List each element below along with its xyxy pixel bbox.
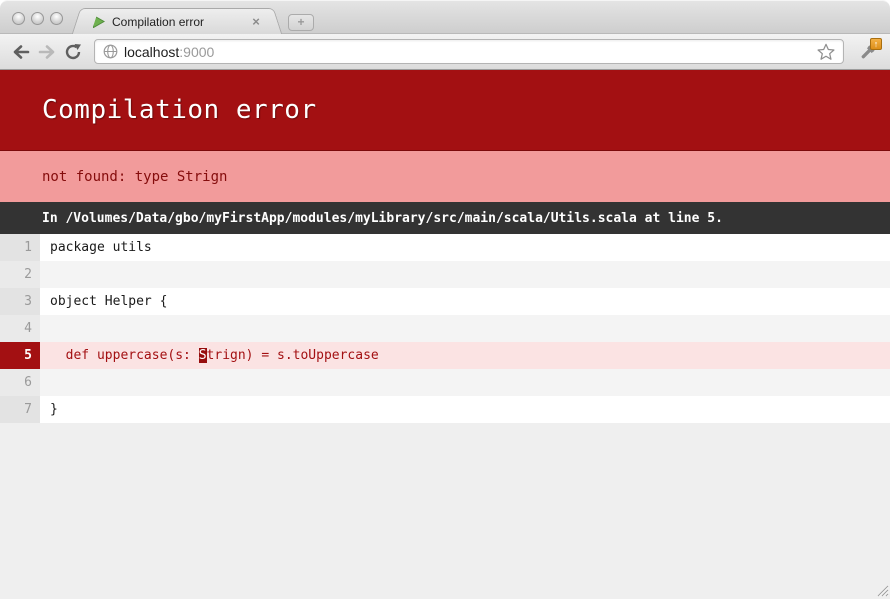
back-arrow-icon	[11, 44, 31, 60]
tab-title: Compilation error	[112, 15, 248, 29]
line-number: 7	[0, 396, 40, 423]
forward-button[interactable]	[34, 39, 60, 65]
line-number: 6	[0, 369, 40, 396]
source-line: 3object Helper {	[0, 288, 890, 315]
error-page: Compilation error not found: type Strign…	[0, 70, 890, 598]
source-line: 7}	[0, 396, 890, 423]
url-port: :9000	[179, 44, 214, 60]
line-code: }	[40, 402, 58, 417]
line-number: 3	[0, 288, 40, 315]
bookmark-star-button[interactable]	[815, 41, 837, 63]
zoom-window-button[interactable]	[50, 12, 63, 25]
close-window-button[interactable]	[12, 12, 25, 25]
source-line: 2	[0, 261, 890, 288]
line-number: 2	[0, 261, 40, 288]
minimize-window-button[interactable]	[31, 12, 44, 25]
url-host: localhost	[124, 44, 179, 60]
reload-button[interactable]	[60, 39, 86, 65]
window-titlebar: Compilation error × +	[0, 0, 890, 34]
line-code: object Helper {	[40, 294, 167, 309]
error-file-location: In /Volumes/Data/gbo/myFirstApp/modules/…	[0, 202, 890, 234]
close-tab-icon[interactable]: ×	[248, 14, 264, 30]
wrench-menu-button[interactable]: ↑	[854, 38, 882, 66]
reload-icon	[64, 43, 82, 61]
url-text[interactable]: localhost:9000	[124, 44, 815, 60]
star-icon	[817, 43, 835, 61]
line-code: package utils	[40, 240, 152, 255]
play-framework-icon	[92, 15, 105, 28]
source-listing: 1package utils23object Helper {45 def up…	[0, 234, 890, 423]
line-code: def uppercase(s: Strign) = s.toUppercase	[40, 348, 379, 363]
line-number: 4	[0, 315, 40, 342]
forward-arrow-icon	[37, 44, 57, 60]
page-background	[0, 423, 890, 598]
globe-icon	[103, 44, 118, 59]
source-line: 1package utils	[0, 234, 890, 261]
line-number: 1	[0, 234, 40, 261]
page-title: Compilation error	[0, 70, 890, 151]
back-button[interactable]	[8, 39, 34, 65]
address-bar[interactable]: localhost:9000	[94, 39, 844, 64]
resize-grip[interactable]	[875, 583, 889, 597]
browser-window: Compilation error × +	[0, 0, 890, 599]
browser-toolbar: localhost:9000 ↑	[0, 34, 890, 70]
error-position-marker: S	[199, 348, 207, 363]
source-line: 6	[0, 369, 890, 396]
update-badge: ↑	[870, 38, 882, 50]
error-detail-message: not found: type Strign	[0, 151, 890, 202]
new-tab-button[interactable]: +	[288, 14, 314, 31]
source-line: 4	[0, 315, 890, 342]
browser-tab[interactable]: Compilation error ×	[88, 8, 266, 34]
source-line-error: 5 def uppercase(s: Strign) = s.toUpperca…	[0, 342, 890, 369]
line-number: 5	[0, 342, 40, 369]
traffic-lights	[12, 12, 63, 25]
